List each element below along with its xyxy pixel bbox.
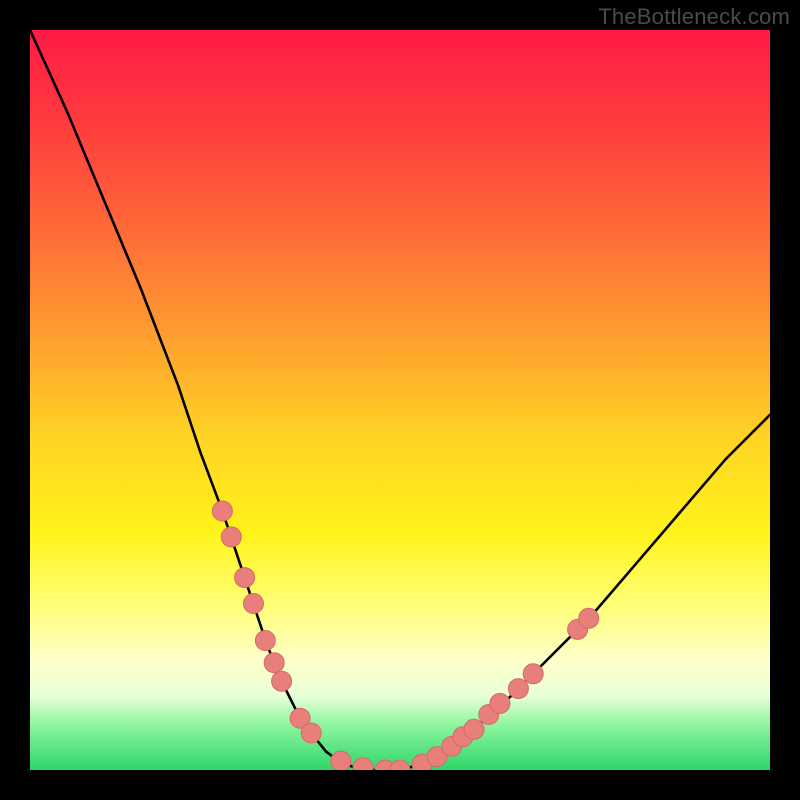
curve-dots-group xyxy=(212,501,598,770)
curve-dot xyxy=(243,594,263,614)
curve-dot xyxy=(301,723,321,743)
curve-dot xyxy=(212,501,232,521)
curve-dot xyxy=(272,671,292,691)
curve-dot xyxy=(264,653,284,673)
curve-dot xyxy=(579,608,599,628)
curve-dot xyxy=(331,751,351,770)
curve-dot xyxy=(255,631,275,651)
watermark-label: TheBottleneck.com xyxy=(598,4,790,30)
curve-dot xyxy=(221,527,241,547)
curve-dot xyxy=(235,568,255,588)
curve-dot xyxy=(523,664,543,684)
curve-dot xyxy=(390,760,410,770)
bottleneck-curve xyxy=(30,30,770,770)
plot-area xyxy=(30,30,770,770)
curve-dot xyxy=(490,693,510,713)
chart-frame: TheBottleneck.com xyxy=(0,0,800,800)
curve-dot xyxy=(464,719,484,739)
curve-dot xyxy=(508,679,528,699)
curve-dot xyxy=(353,758,373,770)
bottleneck-curve-svg xyxy=(30,30,770,770)
